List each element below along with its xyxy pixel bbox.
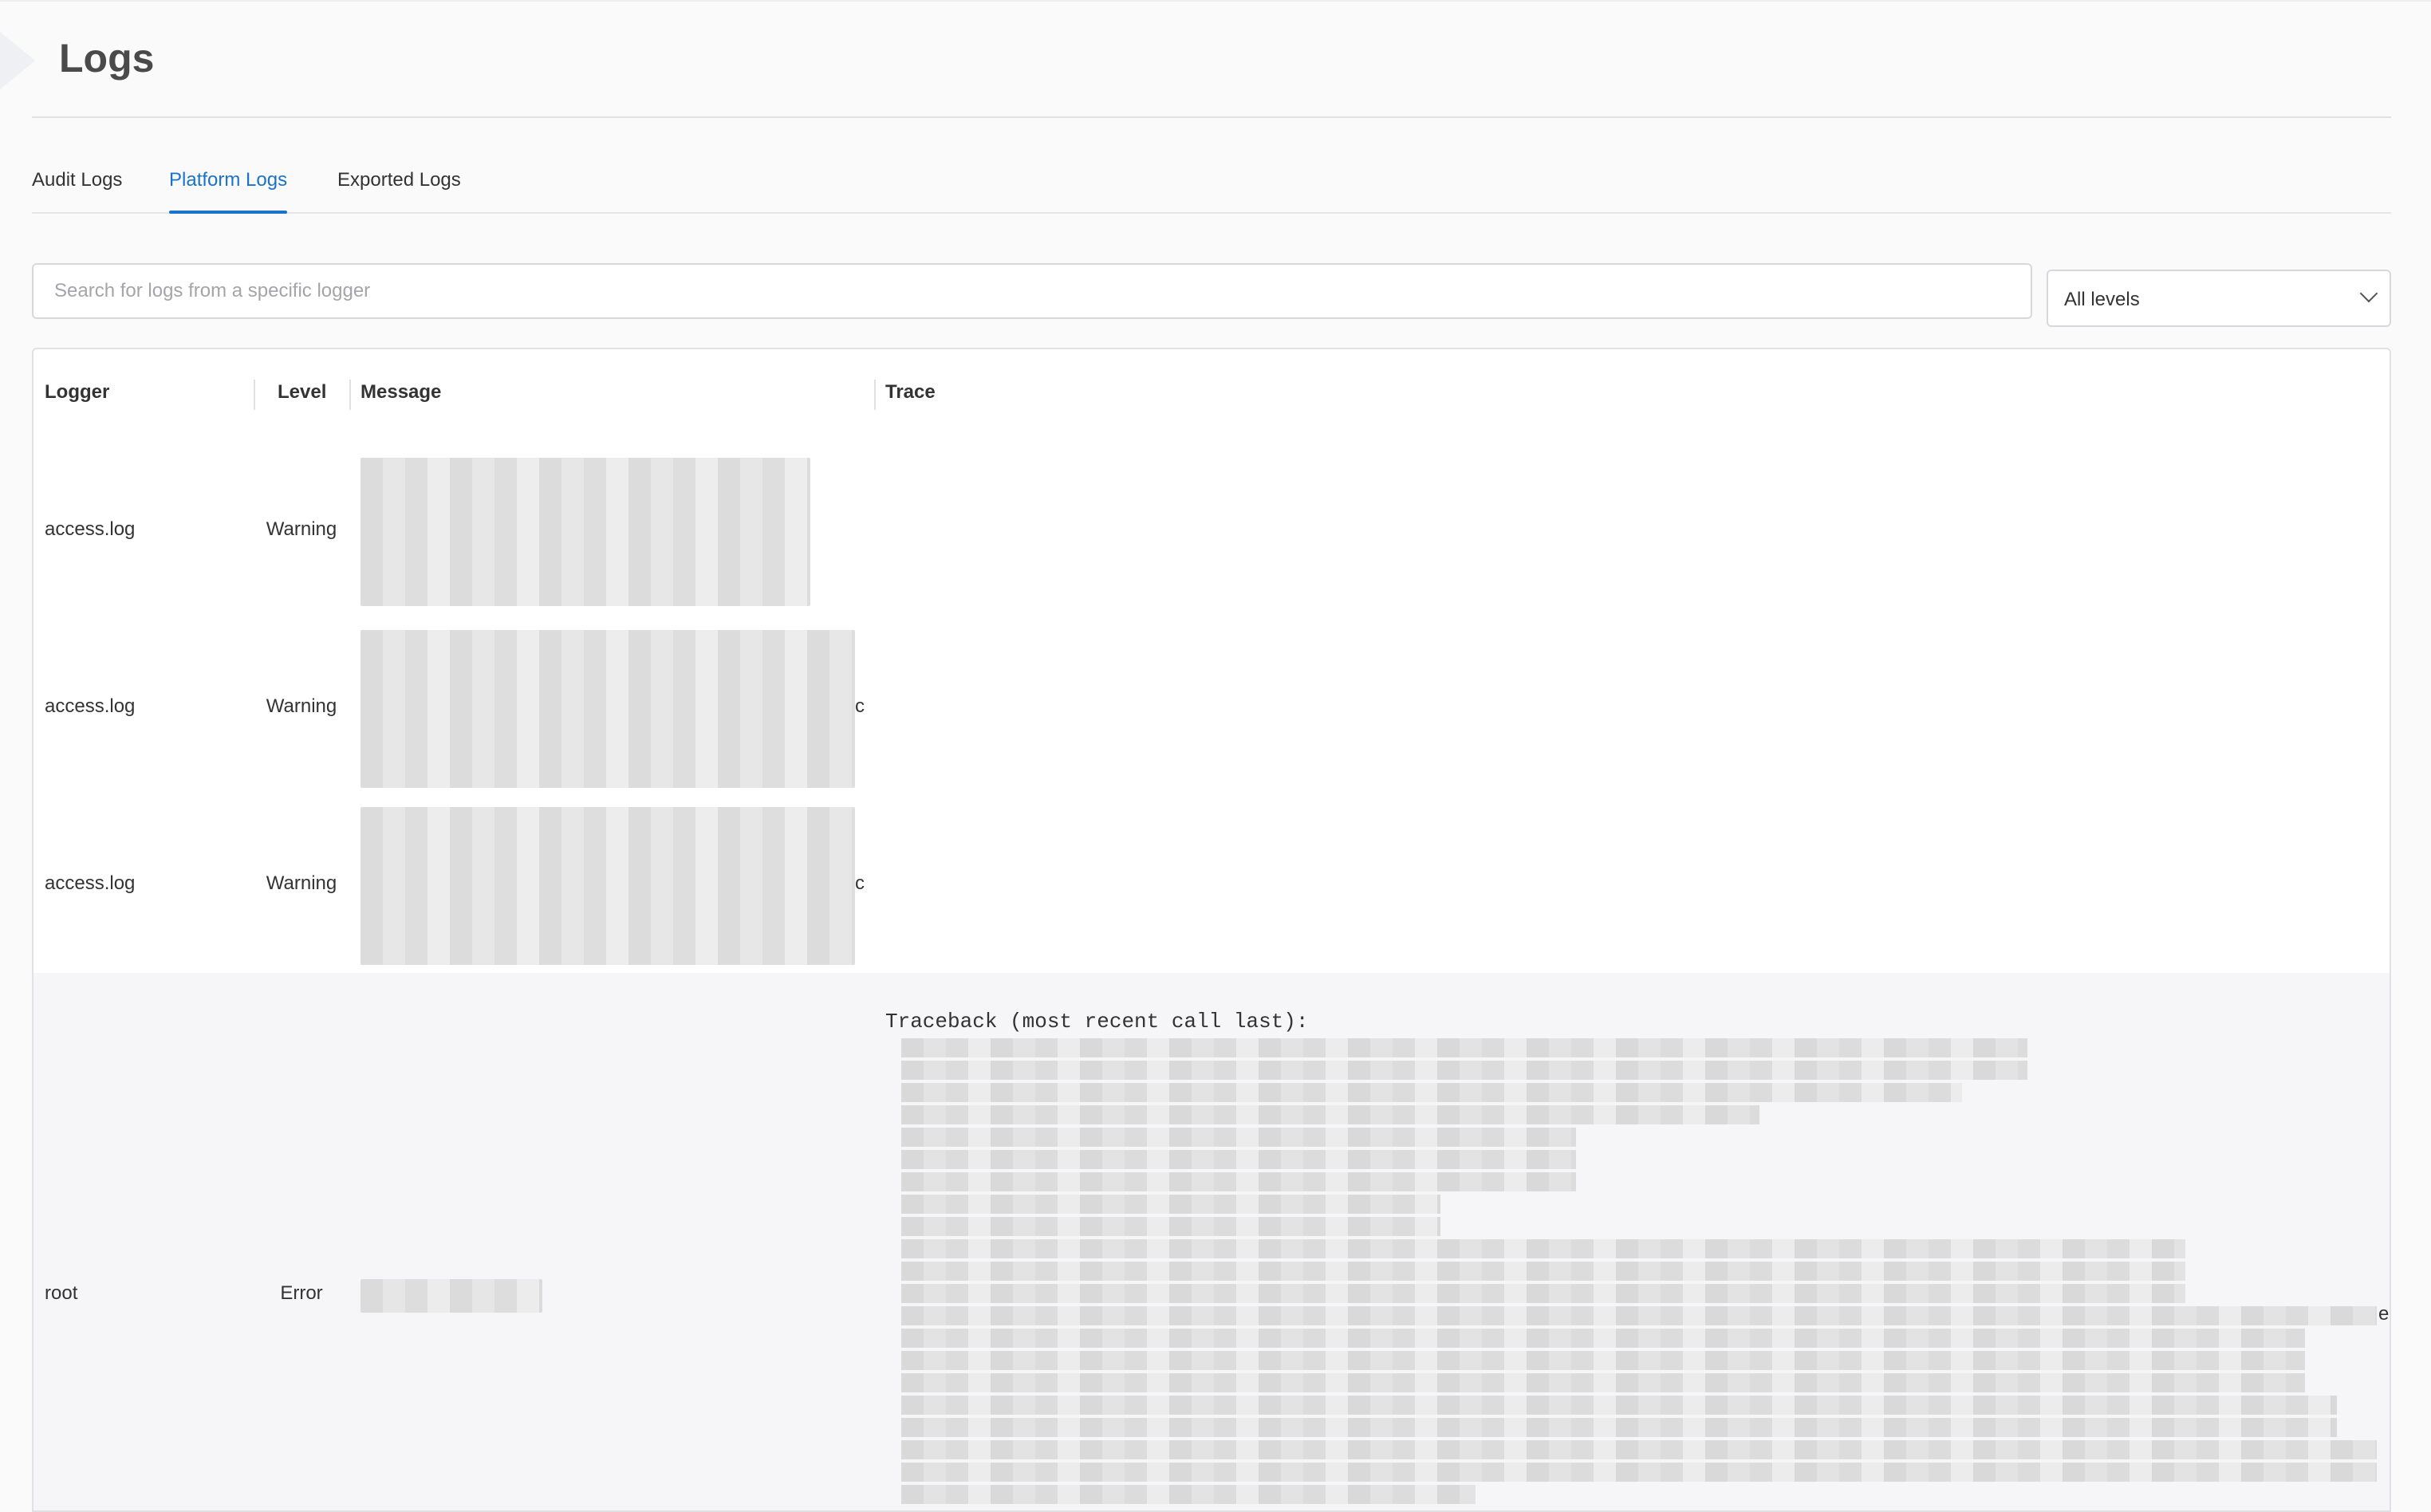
- redacted-trace-line: [901, 1306, 2377, 1325]
- column-header-trace[interactable]: Trace: [885, 381, 936, 404]
- redacted-message: [361, 1279, 542, 1313]
- redacted-trace-line: [901, 1150, 1576, 1169]
- table-row[interactable]: access.log Warning: [33, 442, 2390, 620]
- top-border: [0, 0, 2431, 2]
- table-row[interactable]: access.log Warning c: [33, 796, 2390, 975]
- level-cell: Warning: [266, 872, 337, 894]
- redacted-trace-line: [901, 1440, 2377, 1459]
- column-header-logger[interactable]: Logger: [45, 381, 109, 404]
- message-tail-text: c: [855, 695, 865, 717]
- redacted-trace-line: [901, 1083, 1962, 1102]
- redacted-trace-line: [901, 1463, 2377, 1482]
- trace-text: Traceback (most recent call last):: [885, 1010, 1309, 1034]
- message-tail-text: c: [855, 872, 865, 894]
- redacted-trace-line: [901, 1172, 1576, 1191]
- redacted-trace-line: [901, 1418, 2337, 1437]
- tab-platform-logs[interactable]: Platform Logs: [169, 169, 288, 214]
- redacted-trace-line: [901, 1351, 2305, 1370]
- platform-logs-table: Logger Level Message Trace access.log Wa…: [32, 348, 2391, 1512]
- redacted-trace-line: [901, 1061, 2027, 1080]
- logger-cell: access.log: [45, 872, 136, 894]
- log-tabs: Audit Logs Platform Logs Exported Logs: [32, 166, 2391, 214]
- level-cell: Warning: [266, 695, 337, 717]
- redacted-trace-line: [901, 1105, 1759, 1124]
- redacted-trace-line: [901, 1038, 2027, 1057]
- level-select[interactable]: All levels: [2047, 270, 2391, 327]
- table-row-error[interactable]: root Error Traceback (most recent call l…: [33, 973, 2390, 1510]
- redacted-trace-line: [901, 1485, 1476, 1504]
- redacted-trace-line: [901, 1284, 2185, 1303]
- trace-tail-text: e: [2378, 1303, 2390, 1325]
- level-cell: Error: [280, 1282, 323, 1304]
- logger-cell: access.log: [45, 518, 136, 540]
- redacted-trace-line: [901, 1329, 2305, 1348]
- chevron-down-icon: [2359, 284, 2378, 303]
- level-select-value: All levels: [2064, 289, 2140, 310]
- column-resize-handle[interactable]: [349, 380, 351, 410]
- redacted-message: [361, 807, 855, 965]
- column-resize-handle[interactable]: [254, 380, 255, 410]
- logger-cell: root: [45, 1282, 78, 1304]
- redacted-message: [361, 458, 810, 606]
- table-row[interactable]: access.log Warning c: [33, 619, 2390, 797]
- level-cell: Warning: [266, 518, 337, 540]
- tab-exported-logs[interactable]: Exported Logs: [337, 169, 461, 191]
- tab-audit-logs[interactable]: Audit Logs: [32, 169, 122, 191]
- sidebar-toggle-icon[interactable]: [0, 32, 35, 89]
- redacted-trace-line: [901, 1217, 1440, 1236]
- title-divider: [32, 116, 2391, 118]
- redacted-trace-line: [901, 1396, 2337, 1415]
- redacted-trace-line: [901, 1373, 2305, 1392]
- redacted-trace-line: [901, 1239, 2185, 1258]
- logger-search-input[interactable]: [32, 263, 2032, 319]
- column-header-level[interactable]: Level: [278, 381, 326, 404]
- logger-cell: access.log: [45, 695, 136, 717]
- column-resize-handle[interactable]: [874, 380, 876, 410]
- redacted-message: [361, 630, 855, 788]
- table-header: Logger Level Message Trace: [33, 349, 2390, 443]
- redacted-trace-line: [901, 1128, 1576, 1147]
- redacted-trace-line: [901, 1262, 2185, 1281]
- column-header-message[interactable]: Message: [361, 381, 441, 404]
- page-title: Logs: [59, 36, 155, 81]
- redacted-trace-line: [901, 1195, 1440, 1214]
